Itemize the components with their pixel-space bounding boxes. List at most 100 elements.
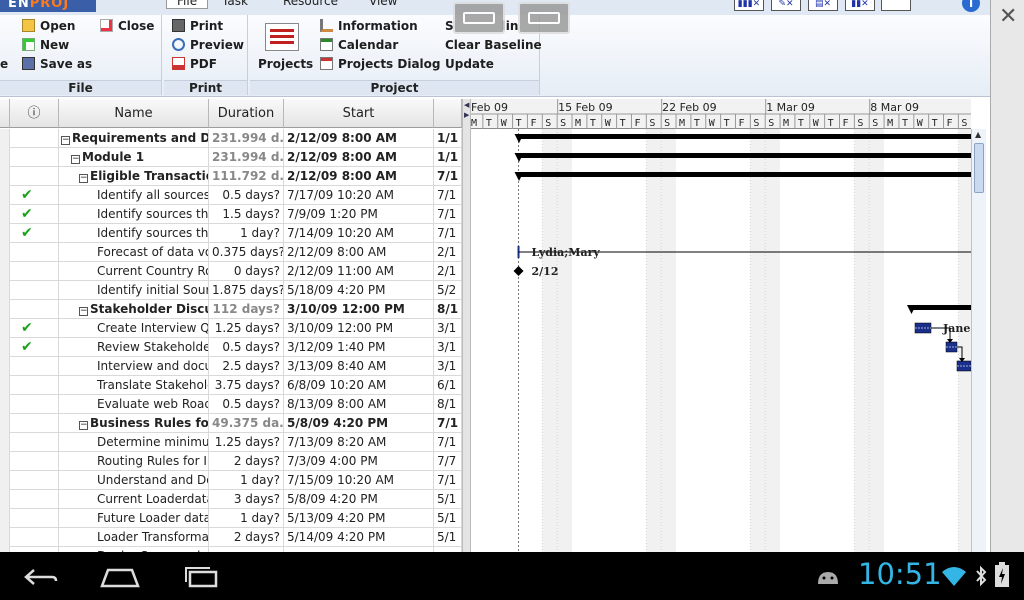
home-icon[interactable] xyxy=(100,566,140,588)
task-finish-cell[interactable]: 5/1 xyxy=(434,528,462,547)
task-duration-cell[interactable]: 2 days? xyxy=(209,452,284,471)
task-finish-cell[interactable]: 6/1 xyxy=(434,376,462,395)
row-header[interactable] xyxy=(0,167,10,186)
update-button[interactable]: Update xyxy=(445,57,494,71)
clear-baseline-button[interactable]: Clear Baseline xyxy=(445,38,542,52)
chart-toolbar-icon[interactable]: ▮▮▮✕ xyxy=(734,0,764,11)
task-row[interactable]: Routing Rules for In 2 days? 7/3/09 4:00 P… xyxy=(0,452,462,471)
row-header[interactable] xyxy=(0,376,10,395)
task-duration-cell[interactable]: 0.5 days? xyxy=(209,186,284,205)
task-row[interactable]: Interview and docu 2.5 days? 3/13/09 8:40 … xyxy=(0,357,462,376)
task-name-cell[interactable]: Current Loaderdata xyxy=(59,490,209,509)
task-finish-cell[interactable]: 7/7 xyxy=(434,452,462,471)
name-column-header[interactable]: Name xyxy=(59,99,209,128)
row-header[interactable] xyxy=(0,243,10,262)
task-start-cell[interactable]: 6/8/09 10:20 AM xyxy=(284,376,434,395)
task-finish-cell[interactable]: 2/1 xyxy=(434,243,462,262)
task-name-cell[interactable]: Future Loader data xyxy=(59,509,209,528)
pane-splitter[interactable]: ◀ ▶ xyxy=(462,99,471,552)
task-duration-cell[interactable]: 111.792 d... xyxy=(209,167,284,186)
scrollbar-thumb[interactable] xyxy=(974,143,984,193)
row-header[interactable] xyxy=(0,509,10,528)
summary-task-row[interactable]: − Stakeholder Discus 112 days? 3/10/09 12:0… xyxy=(0,300,462,319)
task-finish-cell[interactable]: 7/1 xyxy=(434,414,462,433)
back-icon[interactable] xyxy=(22,566,60,588)
task-name-cell[interactable]: Current Country Ro xyxy=(59,262,209,281)
task-duration-cell[interactable]: 0 days? xyxy=(209,262,284,281)
task-finish-cell[interactable]: 2/1 xyxy=(434,262,462,281)
task-finish-cell[interactable]: 7/1 xyxy=(434,186,462,205)
task-row[interactable]: Translate Stakehold 3.75 days? 6/8/09 10:2… xyxy=(0,376,462,395)
information-button[interactable]: Information xyxy=(320,19,418,33)
open-button[interactable]: Open xyxy=(22,19,75,33)
task-duration-cell[interactable]: 0.375 days? xyxy=(209,243,284,262)
collapse-toggle-icon[interactable]: − xyxy=(71,155,80,164)
task-row[interactable]: Future Loader data 1 day? 5/13/09 4:20 PM 5… xyxy=(0,509,462,528)
task-start-cell[interactable]: 3/12/09 1:40 PM xyxy=(284,338,434,357)
collapse-toggle-icon[interactable]: − xyxy=(61,136,70,145)
task-duration-cell[interactable]: 0.5 days? xyxy=(209,338,284,357)
task-start-cell[interactable]: 5/13/09 4:20 PM xyxy=(284,509,434,528)
task-finish-cell[interactable]: 3/1 xyxy=(434,338,462,357)
edit-toolbar-icon[interactable]: ✎✕ xyxy=(771,0,801,11)
tab-view[interactable]: View xyxy=(369,0,397,8)
row-header[interactable] xyxy=(0,433,10,452)
summary-task-row[interactable]: −Requirements and Dev231.994 d...2/12/09… xyxy=(0,129,462,148)
row-header[interactable] xyxy=(0,452,10,471)
row-header[interactable] xyxy=(0,319,10,338)
milestone-diamond[interactable] xyxy=(513,266,524,276)
summary-bar[interactable] xyxy=(518,134,971,139)
scroll-up-arrow-icon[interactable]: ▲ xyxy=(975,130,981,139)
task-duration-cell[interactable]: 0.5 days? xyxy=(209,395,284,414)
task-name-cell[interactable]: − Module 1 xyxy=(59,148,209,167)
task-start-cell[interactable]: 2/12/09 8:00 AM xyxy=(284,167,434,186)
projects-button[interactable]: Projects xyxy=(258,57,313,71)
task-start-cell[interactable]: 5/14/09 4:20 PM xyxy=(284,528,434,547)
task-duration-cell[interactable]: 1.875 days? xyxy=(209,281,284,300)
task-start-cell[interactable]: 7/14/09 10:20 AM xyxy=(284,224,434,243)
task-duration-cell[interactable]: 1.25 days? xyxy=(209,433,284,452)
blank-toolbar-icon[interactable] xyxy=(881,0,911,11)
row-header[interactable] xyxy=(0,357,10,376)
row-header[interactable] xyxy=(0,148,10,167)
start-column-header[interactable]: Start xyxy=(284,99,434,128)
summary-bar[interactable] xyxy=(911,305,971,310)
task-name-cell[interactable]: − Business Rules for xyxy=(59,414,209,433)
task-duration-cell[interactable]: 112 days? xyxy=(209,300,284,319)
task-duration-cell[interactable]: 49.375 da... xyxy=(209,414,284,433)
task-start-cell[interactable]: 2/12/09 11:00 AM xyxy=(284,262,434,281)
task-name-cell[interactable]: Identify sources tha xyxy=(59,224,209,243)
task-row[interactable]: Identify initial Sourc 1.875 days? 5/18/09… xyxy=(0,281,462,300)
task-name-cell[interactable]: Create Interview Qu xyxy=(59,319,209,338)
task-duration-cell[interactable]: 1 day? xyxy=(209,224,284,243)
row-header[interactable] xyxy=(0,414,10,433)
gantt-chart[interactable]: MTWTFSSMTWTFSSMTWTFSSMTWTFSSMTWTFSSMFeb … xyxy=(471,99,971,552)
info-column-header[interactable]: ⓘ xyxy=(10,99,59,128)
row-header[interactable] xyxy=(0,471,10,490)
task-row[interactable]: Current Loaderdata 3 days? 5/8/09 4:20 PM 5… xyxy=(0,490,462,509)
row-header[interactable] xyxy=(0,528,10,547)
task-row[interactable]: Loader Transforma 2 days? 5/14/09 4:20 PM 5… xyxy=(0,528,462,547)
task-start-cell[interactable]: 3/10/09 12:00 PM xyxy=(284,319,434,338)
help-info-icon[interactable]: i xyxy=(962,0,980,12)
task-finish-cell[interactable]: 3/1 xyxy=(434,319,462,338)
row-header[interactable] xyxy=(0,338,10,357)
task-row[interactable]: Understand and Do 1 day? 7/15/09 10:20 AM 7… xyxy=(0,471,462,490)
task-start-cell[interactable]: 5/18/09 4:20 PM xyxy=(284,281,434,300)
summary-task-row[interactable]: −Module 1231.994 d...2/12/09 8:00 AM1/1 xyxy=(0,148,462,167)
task-duration-cell[interactable]: 1 day? xyxy=(209,471,284,490)
duration-column-header[interactable]: Duration xyxy=(209,99,284,128)
task-name-cell[interactable]: Identify initial Sourc xyxy=(59,281,209,300)
task-name-cell[interactable]: Determine minimum xyxy=(59,433,209,452)
task-name-cell[interactable]: Routing Rules for In xyxy=(59,452,209,471)
keyboard-split-icon[interactable] xyxy=(518,2,570,34)
task-finish-cell[interactable]: 7/1 xyxy=(434,167,462,186)
splitter-left-arrow-icon[interactable]: ◀ xyxy=(464,101,469,109)
collapse-toggle-icon[interactable]: − xyxy=(79,174,88,183)
task-duration-cell[interactable]: 1.25 days? xyxy=(209,319,284,338)
task-start-cell[interactable]: 7/15/09 10:20 AM xyxy=(284,471,434,490)
row-header[interactable] xyxy=(0,186,10,205)
task-row[interactable]: ✔ Identify sources tha 1.5 days? 7/9/09 1:2… xyxy=(0,205,462,224)
task-start-cell[interactable]: 2/12/09 8:00 AM xyxy=(284,243,434,262)
task-name-cell[interactable]: Loader Transforma xyxy=(59,528,209,547)
